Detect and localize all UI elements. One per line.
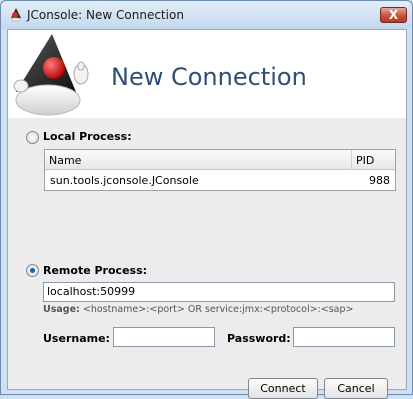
password-field[interactable] bbox=[293, 327, 395, 347]
local-process-table[interactable]: Name PID sun.tools.jconsole.JConsole 988 bbox=[44, 149, 396, 191]
process-name-cell: sun.tools.jconsole.JConsole bbox=[50, 174, 199, 187]
table-header: Name PID bbox=[45, 150, 395, 170]
remote-process-radio[interactable] bbox=[26, 264, 39, 277]
jconsole-new-connection-window: JConsole: New Connection X New Connectio… bbox=[0, 0, 413, 399]
connection-panel: Local Process: Name PID sun.tools.jconso… bbox=[8, 118, 406, 399]
dialog-content: New Connection Local Process: Name PID s… bbox=[7, 29, 407, 399]
remote-process-label: Remote Process: bbox=[43, 264, 148, 277]
window-title: JConsole: New Connection bbox=[27, 8, 184, 22]
connect-button[interactable]: Connect bbox=[248, 378, 318, 399]
local-process-radio[interactable] bbox=[26, 131, 39, 144]
close-icon: X bbox=[388, 8, 399, 22]
close-button[interactable]: X bbox=[380, 7, 407, 23]
username-label: Username: bbox=[43, 332, 110, 345]
usage-text: <hostname>:<port> OR service:jmx:<protoc… bbox=[82, 304, 354, 315]
column-header-name[interactable]: Name bbox=[49, 154, 81, 167]
remote-process-input[interactable]: localhost:50999 bbox=[43, 282, 395, 302]
duke-mascot-icon bbox=[13, 34, 89, 116]
usage-prefix: Usage: bbox=[43, 304, 80, 315]
column-header-pid[interactable]: PID bbox=[356, 154, 374, 167]
usage-hint: Usage: <hostname>:<port> OR service:jmx:… bbox=[43, 304, 353, 315]
cancel-button[interactable]: Cancel bbox=[324, 378, 388, 399]
java-app-icon bbox=[11, 8, 21, 22]
header-banner: New Connection bbox=[8, 30, 406, 118]
banner-title: New Connection bbox=[111, 63, 307, 91]
process-pid-cell: 988 bbox=[369, 174, 390, 187]
title-bar[interactable]: JConsole: New Connection X bbox=[1, 1, 412, 29]
column-divider bbox=[351, 150, 352, 169]
password-label: Password: bbox=[227, 332, 291, 345]
username-field[interactable] bbox=[113, 327, 215, 347]
local-process-label: Local Process: bbox=[43, 130, 132, 143]
